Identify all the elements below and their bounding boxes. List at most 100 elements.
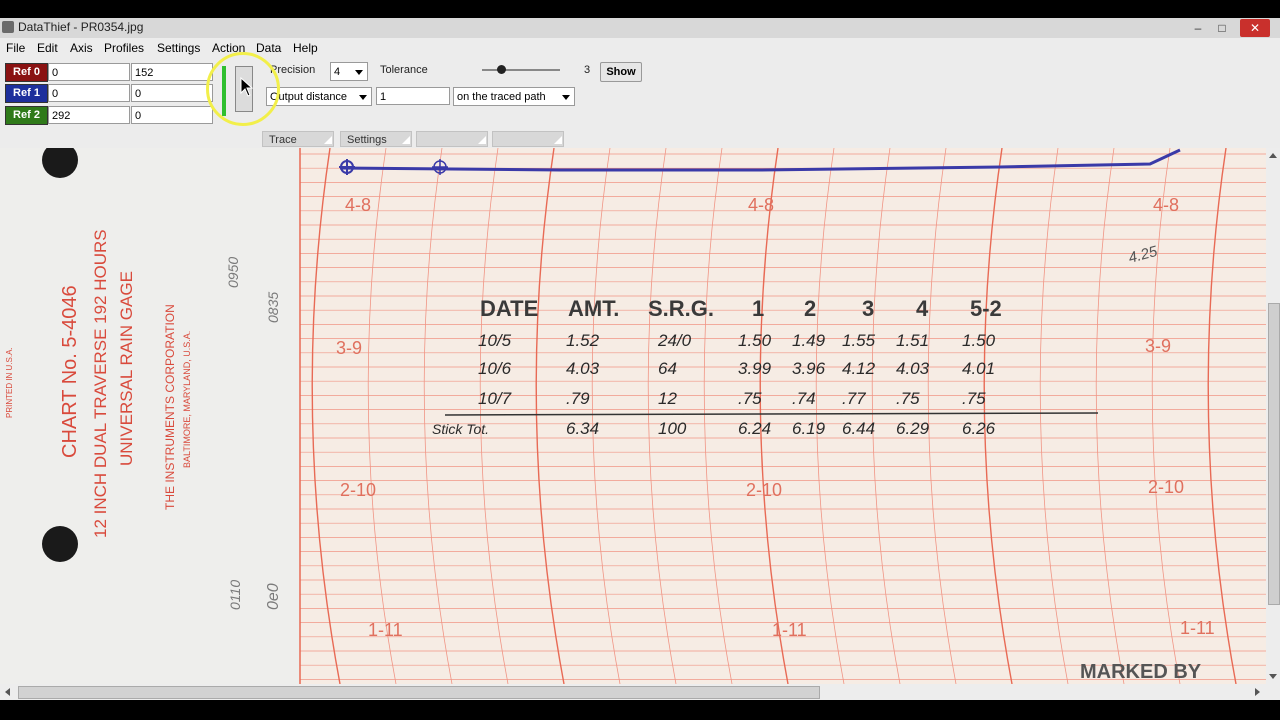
table-header-cell: 1 xyxy=(752,296,764,321)
table-cell: 10/7 xyxy=(478,389,512,408)
scroll-right-icon[interactable] xyxy=(1255,688,1260,696)
table-header-cell: 3 xyxy=(862,296,874,321)
ref2-x-field[interactable]: 292 xyxy=(48,106,130,124)
table-cell: 24/0 xyxy=(657,331,692,350)
cursor-highlight xyxy=(206,52,280,126)
ref1-y-field[interactable]: 0 xyxy=(131,84,213,102)
table-cell: .75 xyxy=(962,389,986,408)
menu-settings[interactable]: Settings xyxy=(157,41,200,55)
table-cell: 6.29 xyxy=(896,419,930,438)
table-cell: 4.12 xyxy=(842,359,876,378)
show-button[interactable]: Show xyxy=(600,62,642,82)
hand-time-1: 0950 xyxy=(225,257,241,288)
precision-select[interactable]: 4 xyxy=(330,62,368,81)
title-bar: DataThief - PR0354.jpg – □ ✕ xyxy=(0,18,1280,39)
path-mode-value: on the traced path xyxy=(457,91,546,103)
close-button[interactable]: ✕ xyxy=(1240,19,1270,37)
tab-settings-label: Settings xyxy=(347,134,387,146)
scroll-down-icon[interactable] xyxy=(1269,674,1277,679)
menu-file[interactable]: File xyxy=(6,41,25,55)
window-title: DataThief - PR0354.jpg xyxy=(18,20,144,34)
menu-help[interactable]: Help xyxy=(293,41,318,55)
menu-profiles[interactable]: Profiles xyxy=(104,41,144,55)
ref0-y-field[interactable]: 152 xyxy=(131,63,213,81)
table-cell: 3.96 xyxy=(792,359,826,378)
axis-label-row3: 2-10 xyxy=(1148,477,1184,497)
table-cell: 4.03 xyxy=(566,359,600,378)
table-cell: .75 xyxy=(896,389,920,408)
tab-3[interactable] xyxy=(416,131,488,147)
table-cell: 6.24 xyxy=(738,419,771,438)
chart-image-view[interactable]: CHART No. 5-4046 12 INCH DUAL TRAVERSE 1… xyxy=(0,148,1266,684)
vertical-scroll-thumb[interactable] xyxy=(1268,303,1280,605)
table-cell: 4.01 xyxy=(962,359,995,378)
table-cell: 1.55 xyxy=(842,331,876,350)
table-header-cell: DATE xyxy=(480,296,538,321)
ref2-y-field[interactable]: 0 xyxy=(131,106,213,124)
tab-corner-icon xyxy=(402,136,410,144)
ref1-button[interactable]: Ref 1 xyxy=(5,84,48,103)
maximize-button[interactable]: □ xyxy=(1212,19,1232,37)
hand-time-2: 0835 xyxy=(265,292,281,323)
axis-label-row4: 1-11 xyxy=(1180,618,1215,638)
chart-number-text: CHART No. 5-4046 xyxy=(59,285,81,458)
table-cell: 1.51 xyxy=(896,331,929,350)
horizontal-scrollbar[interactable] xyxy=(0,684,1280,700)
chart-printed-text: PRINTED IN U.S.A. xyxy=(5,347,14,418)
tolerance-value: 3 xyxy=(584,64,591,76)
ref0-x-field[interactable]: 0 xyxy=(48,63,130,81)
scroll-left-icon[interactable] xyxy=(5,688,10,696)
table-cell: 1.50 xyxy=(738,331,772,350)
table-cell: 6.44 xyxy=(842,419,875,438)
table-cell: 12 xyxy=(658,389,677,408)
table-header-cell: 5-2 xyxy=(970,296,1002,321)
hand-time-4: 0e0 xyxy=(265,583,282,610)
menu-axis[interactable]: Axis xyxy=(70,41,93,55)
tolerance-slider[interactable] xyxy=(482,69,560,71)
chart-gage-text: UNIVERSAL RAIN GAGE xyxy=(117,271,136,466)
ref0-button[interactable]: Ref 0 xyxy=(5,63,48,82)
scroll-up-icon[interactable] xyxy=(1269,153,1277,158)
tab-corner-icon xyxy=(554,136,562,144)
hand-time-3: 0110 xyxy=(227,580,243,610)
table-cell: .75 xyxy=(738,389,762,408)
table-cell: 64 xyxy=(658,359,677,378)
menu-data[interactable]: Data xyxy=(256,41,281,55)
tab-settings[interactable]: Settings xyxy=(340,131,412,147)
tab-4[interactable] xyxy=(492,131,564,147)
rain-gage-chart[interactable]: CHART No. 5-4046 12 INCH DUAL TRAVERSE 1… xyxy=(0,148,1266,684)
app-icon xyxy=(2,21,14,33)
chevron-down-icon xyxy=(355,70,363,75)
chart-paper xyxy=(300,148,1266,684)
tab-trace[interactable]: Trace xyxy=(262,131,334,147)
ref2-button[interactable]: Ref 2 xyxy=(5,106,48,125)
horizontal-scroll-thumb[interactable] xyxy=(18,686,820,699)
output-mode-select[interactable]: Output distance xyxy=(266,87,372,106)
tab-corner-icon xyxy=(478,136,486,144)
table-header-cell: S.R.G. xyxy=(648,296,714,321)
table-cell: 3.99 xyxy=(738,359,772,378)
table-cell: 10/5 xyxy=(478,331,512,350)
marked-by-stamp: MARKED BY xyxy=(1080,661,1202,683)
table-cell: 4.03 xyxy=(896,359,930,378)
output-mode-value: Output distance xyxy=(270,91,348,103)
table-cell: Stick Tot. xyxy=(432,421,489,437)
precision-value: 4 xyxy=(334,66,341,78)
menu-edit[interactable]: Edit xyxy=(37,41,58,55)
chevron-down-icon xyxy=(562,95,570,100)
axis-label-row3: 2-10 xyxy=(746,480,782,500)
vertical-scrollbar[interactable] xyxy=(1266,148,1280,684)
chart-maker-address-text: BALTIMORE, MARYLAND, U.S.A. xyxy=(182,331,192,468)
tolerance-slider-knob[interactable] xyxy=(497,65,506,74)
punch-hole-bottom xyxy=(42,526,78,562)
table-header-cell: AMT. xyxy=(568,296,619,321)
minimize-button[interactable]: – xyxy=(1188,19,1208,37)
table-cell: 6.34 xyxy=(566,419,599,438)
ref1-x-field[interactable]: 0 xyxy=(48,84,130,102)
chart-traverse-text: 12 INCH DUAL TRAVERSE 192 HOURS xyxy=(91,229,110,538)
output-distance-field[interactable]: 1 xyxy=(376,87,450,105)
table-cell: .77 xyxy=(842,389,866,408)
chart-margin-strip xyxy=(0,148,300,684)
menu-bar: File Edit Axis Profiles Settings Action … xyxy=(0,38,1280,57)
path-mode-select[interactable]: on the traced path xyxy=(453,87,575,106)
